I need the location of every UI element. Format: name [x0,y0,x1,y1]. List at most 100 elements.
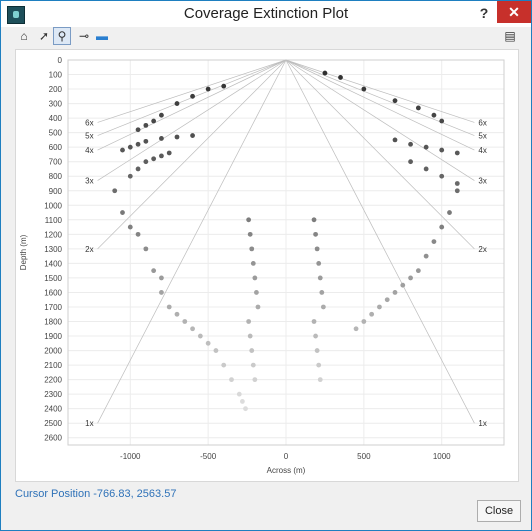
data-point [236,391,242,397]
data-point [229,377,234,383]
data-point [377,304,382,310]
scatter-plot[interactable]: 0 100 200 300 400 500 600 700 800 900 1000 1100 1200… [16,50,518,481]
data-point [221,362,227,368]
y-tick-label: 600 [49,143,63,152]
close-window-button[interactable]: ✕ [497,1,531,23]
data-point [361,86,367,92]
data-point [190,93,195,99]
x-tick-label: 500 [357,452,371,461]
y-tick-label: 1500 [44,274,62,283]
coverage-line [97,59,287,181]
data-point [249,246,255,252]
y-tick-label: 200 [49,85,63,94]
export-icon[interactable]: ▤ [501,27,519,45]
help-button[interactable]: ? [471,1,497,25]
coverage-line [97,59,287,250]
data-point [423,144,429,150]
y-axis-label: Depth (m) [19,234,28,270]
y-tick-label: 1400 [44,259,62,268]
data-point [135,231,141,237]
coverage-label: 2x [478,245,486,254]
data-point [143,138,149,144]
y-tick-label: 2400 [44,405,62,414]
data-point [151,156,157,162]
colormap-icon[interactable]: ▬ [93,27,111,45]
coverage-label: 2x [85,245,93,254]
close-button[interactable]: Close [477,500,521,522]
data-point [120,147,125,153]
data-point [400,282,406,288]
y-tick-label: 800 [49,172,63,181]
data-point [143,159,149,165]
data-point [320,304,326,310]
data-point [423,253,429,259]
data-point [135,141,141,147]
y-tick-label: 1800 [44,318,62,327]
data-point [166,150,172,156]
dialog-window: Coverage Extinction Plot ? ✕ ⌂ ➚ ⚲ ⊸ ▬ ▤… [0,0,532,531]
data-point [249,348,255,353]
data-point [250,362,256,368]
data-point [174,311,180,317]
data-point [439,147,445,153]
data-point [135,127,141,133]
window-title: Coverage Extinction Plot [183,5,349,22]
data-point [316,260,322,266]
data-point [439,173,445,179]
data-point [361,319,367,324]
y-tick-label: 700 [49,158,63,167]
data-point [159,290,164,295]
data-point [314,348,320,353]
zoom-icon[interactable]: ⚲ [53,27,71,45]
coverage-line [97,59,287,123]
data-point [313,231,318,237]
cursor-position: Cursor Position -766.83, 2563.57 [15,488,176,500]
data-point [127,224,133,230]
coverage-label: 6x [478,118,486,127]
coverage-label: 4x [478,146,486,155]
data-point [159,275,164,281]
data-point [408,141,413,147]
y-tick-label: 1100 [45,216,63,225]
data-point [254,290,259,295]
data-point [392,137,398,143]
data-point [317,275,323,281]
data-point [454,188,460,194]
data-point [384,297,390,303]
coverage-line [285,59,475,136]
data-point [439,118,445,124]
x-tick-label: -1000 [120,452,141,461]
data-point [246,319,252,324]
home-icon[interactable]: ⌂ [15,27,33,45]
data-point [159,136,164,141]
coverage-label: 6x [85,118,93,127]
coverage-line [97,59,287,424]
data-point [353,326,359,332]
data-point [197,333,203,339]
wellpath-icon[interactable]: ⊸ [75,27,93,45]
data-point [316,362,322,368]
data-point [408,159,413,165]
data-point [112,188,118,194]
coverage-line [285,59,475,151]
data-point [255,304,261,310]
coverage-line [285,59,475,123]
data-point [205,340,211,346]
data-point [151,118,157,124]
data-point [314,246,320,252]
plot-area[interactable]: 0 100 200 300 400 500 600 700 800 900 1000 1100 1200… [15,49,519,482]
data-point [120,210,125,215]
y-tick-label: 100 [49,71,63,80]
data-point [240,399,245,404]
data-point [313,333,318,339]
y-tick-label: 1600 [44,288,62,297]
y-tick-label: 900 [49,187,63,196]
data-point [250,260,256,266]
x-tick-label: 1000 [433,452,451,461]
pointer-icon[interactable]: ➚ [35,27,53,45]
y-tick-label: 2500 [44,419,62,428]
data-point [166,304,172,310]
data-point [454,150,460,156]
y-tick-label: 300 [49,100,63,109]
y-tick-label: 2600 [44,434,62,443]
